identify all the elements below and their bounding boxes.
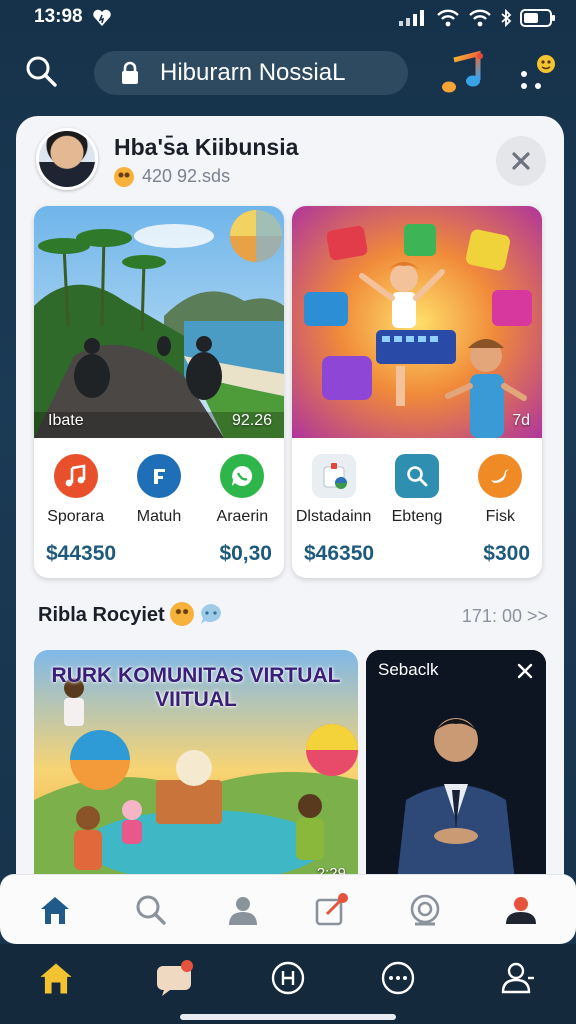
app-item-sporara[interactable]: Sporara	[35, 454, 117, 534]
profile-name: Hba's̄a Kiibunsia	[114, 134, 299, 160]
search-icon	[26, 56, 57, 87]
app-label: Dlstadainn	[295, 508, 372, 525]
wifi-alt-icon	[469, 9, 491, 27]
app-label: Sporara	[47, 508, 105, 525]
image-count: 7d	[512, 412, 530, 429]
section-emojis	[170, 602, 224, 626]
inner-tab-bar	[0, 874, 576, 944]
avatar[interactable]	[36, 128, 98, 190]
price-primary: $46350	[304, 542, 375, 565]
tab-compose[interactable]	[310, 889, 352, 931]
chat-bubble-icon	[220, 454, 265, 498]
profile-subtitle-row: 420 92.sds	[114, 166, 230, 187]
main-card: Hba's̄a Kiibunsia 420 92.sds Ibate 92.26…	[16, 116, 564, 926]
app-item-ebteng[interactable]: Ebteng	[376, 454, 458, 534]
title-pill[interactable]: Hiburarn NossiaL	[94, 51, 408, 95]
tab-search[interactable]	[130, 889, 172, 931]
app-row: Sporara Matuh Araerin	[34, 454, 284, 534]
app-label: Ebteng	[391, 508, 443, 525]
search-button[interactable]	[24, 54, 58, 88]
app-item-fisk[interactable]: Fisk	[459, 454, 541, 534]
community-banner[interactable]: RURK KOMUNITAS VIRTUAL VIITUAL 2:29	[34, 650, 358, 890]
cell-signal-icon	[399, 10, 424, 26]
profile-header: Hba's̄a Kiibunsia 420 92.sds	[36, 128, 546, 194]
community-title: RURK KOMUNITAS VIRTUAL VIITUAL	[51, 664, 341, 711]
bluetooth-icon	[501, 9, 512, 27]
price-secondary: $300	[483, 542, 530, 565]
product-card-travel[interactable]: Ibate 92.26 Sporara Matuh Araerin $44350…	[34, 206, 284, 578]
home-icon	[40, 963, 72, 994]
document-icon	[311, 454, 356, 498]
games-image[interactable]: 7d	[292, 206, 542, 438]
price-row: $44350 $0,30	[46, 542, 272, 566]
more-options-button[interactable]	[516, 50, 562, 96]
home-icon	[41, 897, 69, 924]
image-count: 92.26	[231, 412, 272, 429]
close-icon	[512, 152, 530, 170]
section-title: Ribla Rocyiet	[38, 604, 165, 626]
dots-sun-icon	[521, 55, 555, 89]
smiley-emoji-icon	[114, 166, 134, 187]
app-item-araerin[interactable]: Araerin	[201, 454, 283, 534]
chat-icon	[157, 960, 193, 996]
app-title: Hiburarn NossiaL	[160, 59, 346, 86]
smiley-emoji-icon	[170, 602, 194, 626]
camera-icon	[410, 894, 440, 926]
app-item-dlstadainn[interactable]: Dlstadainn	[293, 454, 375, 534]
speech-bubble-icon	[201, 604, 221, 624]
video-card[interactable]: Sebaclk	[366, 650, 546, 890]
more-circle-icon	[381, 961, 415, 995]
home-indicator[interactable]	[180, 1014, 396, 1020]
section-header: Ribla Rocyiet 171: 00 >>	[38, 600, 548, 634]
lock-icon	[122, 61, 138, 84]
tab-notifications[interactable]	[500, 889, 542, 931]
app-label: Matuh	[136, 508, 182, 525]
app-row: Dlstadainn Ebteng Fisk	[292, 454, 542, 534]
nav-account[interactable]	[496, 956, 540, 1000]
battery-icon	[520, 9, 555, 27]
close-button[interactable]	[496, 136, 546, 186]
app-item-matuh[interactable]: Matuh	[118, 454, 200, 534]
bird-icon	[478, 454, 523, 498]
tab-camera[interactable]	[404, 889, 446, 931]
music-button[interactable]	[440, 50, 486, 96]
app-label: Araerin	[216, 508, 269, 525]
music-app-icon	[136, 454, 181, 498]
edit-icon	[315, 893, 348, 926]
person-add-icon	[501, 962, 534, 994]
travel-image[interactable]: Ibate 92.26	[34, 206, 284, 438]
profile-subtitle: 420 92.sds	[142, 166, 231, 186]
wifi-icon	[437, 9, 459, 27]
bottom-navigation	[0, 944, 576, 1024]
price-primary: $44350	[46, 542, 117, 565]
nav-home[interactable]	[34, 956, 78, 1000]
product-card-games[interactable]: 7d Dlstadainn Ebteng Fisk $46350 $300	[292, 206, 542, 578]
nav-more[interactable]	[376, 956, 420, 1000]
person-icon	[229, 897, 257, 925]
nav-messages[interactable]	[152, 956, 196, 1000]
music-notes-icon	[442, 50, 483, 93]
status-bar: 13:98	[0, 0, 576, 34]
user-badge-icon	[506, 897, 536, 924]
app-label: Fisk	[485, 508, 515, 525]
tab-profile[interactable]	[222, 889, 264, 931]
search-app-icon	[394, 454, 439, 498]
music-note-icon	[53, 454, 98, 498]
h-circle-icon	[271, 961, 305, 995]
top-app-bar: Hiburarn NossiaL	[0, 48, 576, 98]
nav-hub[interactable]	[266, 956, 310, 1000]
status-time: 13:98	[34, 6, 83, 27]
price-secondary: $0,30	[219, 542, 272, 565]
price-row: $46350 $300	[304, 542, 530, 566]
close-icon[interactable]	[514, 660, 536, 682]
tab-home[interactable]	[34, 889, 76, 931]
section-more-link[interactable]: 171: 00 >>	[462, 606, 548, 627]
search-icon	[136, 895, 166, 925]
image-caption: Ibate	[48, 412, 84, 429]
heart-status-icon	[93, 9, 111, 27]
video-title: Sebaclk	[378, 660, 439, 679]
